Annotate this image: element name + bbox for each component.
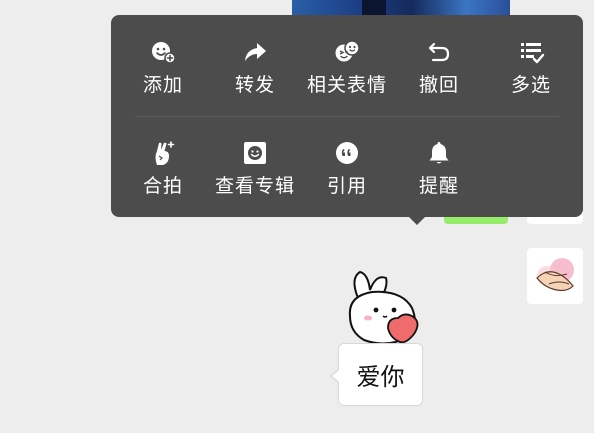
menu-item-quote[interactable]: 引用 — [301, 116, 393, 217]
multi-select-icon — [517, 38, 545, 66]
menu-item-label: 提醒 — [418, 175, 459, 197]
menu-item-label: 多选 — [510, 74, 551, 96]
menu-item-remind[interactable]: 提醒 — [393, 116, 485, 217]
menu-item-view-album[interactable]: 查看专辑 — [209, 116, 301, 217]
snap-together-icon — [149, 139, 177, 167]
context-menu-row-2: 合拍 查看专辑 引用 提醒 — [111, 116, 583, 217]
sticker-caption-text: 爱你 — [356, 363, 405, 391]
context-menu-row-1: 添加 转发 相关表情 撤回 多选 — [111, 15, 583, 116]
menu-item-recall[interactable]: 撤回 — [393, 15, 485, 116]
holding-hands-avatar-image — [536, 258, 574, 292]
sticker-caption-bubble[interactable]: 爱你 — [330, 343, 423, 406]
message-context-menu: 添加 转发 相关表情 撤回 多选 合拍 查看专辑 引用 提醒 — [111, 15, 583, 217]
bell-icon — [425, 139, 453, 167]
menu-item-snap-together[interactable]: 合拍 — [117, 116, 209, 217]
menu-item-label: 添加 — [142, 74, 183, 96]
recall-icon — [425, 38, 453, 66]
menu-item-add-sticker[interactable]: 添加 — [117, 15, 209, 116]
menu-item-multi-select[interactable]: 多选 — [485, 15, 577, 116]
menu-item-label: 查看专辑 — [214, 175, 295, 197]
bunny-sticker[interactable] — [340, 268, 430, 348]
menu-item-label: 相关表情 — [306, 74, 387, 96]
menu-item-forward[interactable]: 转发 — [209, 15, 301, 116]
menu-item-label: 转发 — [234, 74, 275, 96]
sticker-add-icon — [149, 38, 177, 66]
menu-item-label: 撤回 — [418, 74, 459, 96]
album-icon — [241, 139, 269, 167]
context-menu-pointer — [409, 217, 425, 225]
menu-item-label: 引用 — [326, 175, 367, 197]
contact-avatar[interactable] — [527, 248, 583, 304]
forward-icon — [241, 38, 269, 66]
related-stickers-icon — [333, 38, 361, 66]
quote-icon — [333, 139, 361, 167]
menu-item-related-stickers[interactable]: 相关表情 — [301, 15, 393, 116]
menu-item-label: 合拍 — [142, 175, 183, 197]
